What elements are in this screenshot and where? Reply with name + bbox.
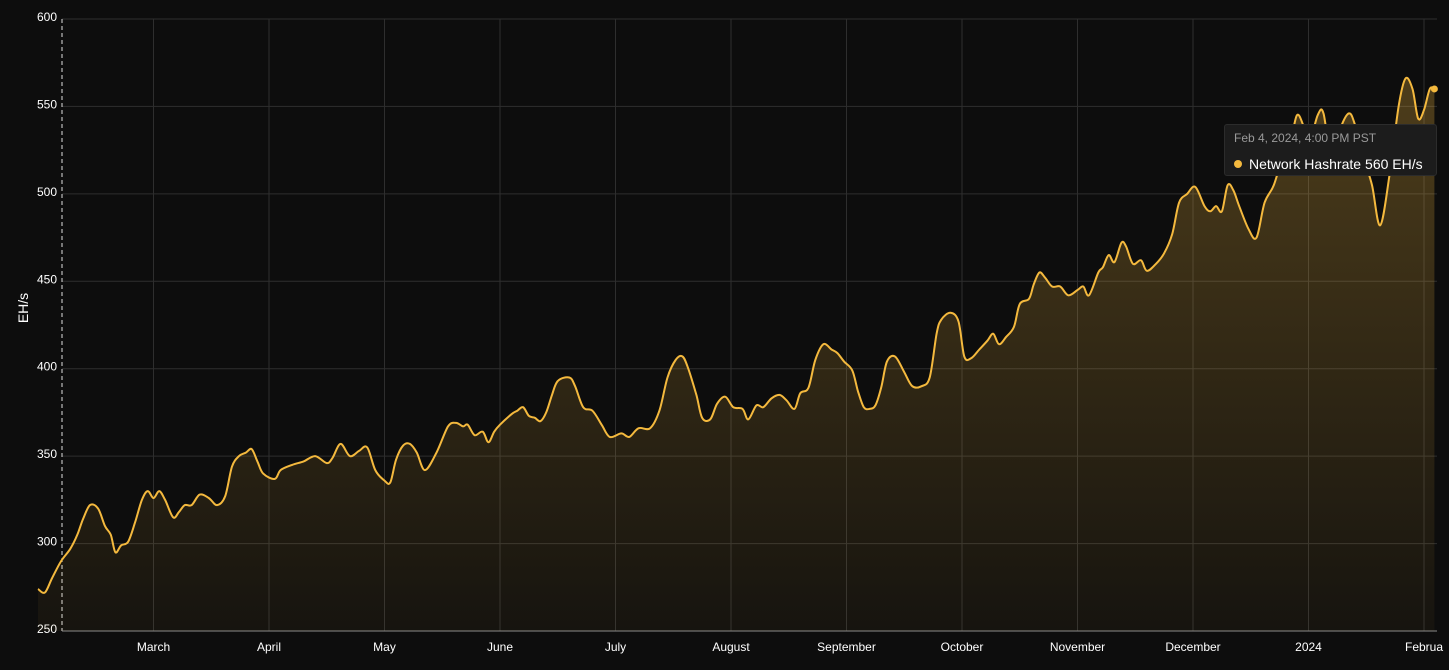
series-dot-icon [1234,160,1242,168]
x-tick-label: April [257,640,281,654]
tooltip-date: Feb 4, 2024, 4:00 PM PST [1234,131,1377,145]
x-tick-label: Februa [1405,640,1443,654]
data-tooltip: Feb 4, 2024, 4:00 PM PST Network Hashrat… [1224,124,1437,176]
y-tick-label: 300 [37,535,57,549]
hover-point [1430,85,1438,93]
x-tick-label: June [487,640,513,654]
y-tick-label: 350 [37,447,57,461]
chart-svg: 250300350400450500550600MarchAprilMayJun… [15,10,1443,654]
tooltip-value: 560 EH/s [1365,156,1423,172]
x-tick-label: July [605,640,626,654]
x-tick-label: March [137,640,170,654]
tooltip-row: Network Hashrate 560 EH/s [1234,156,1423,172]
y-tick-label: 600 [37,10,57,24]
y-tick-label: 400 [37,360,57,374]
hashrate-chart[interactable]: 250300350400450500550600MarchAprilMayJun… [0,0,1449,665]
y-tick-label: 500 [37,185,57,199]
x-tick-label: September [817,640,876,654]
x-tick-label: May [373,640,396,654]
x-tick-label: November [1050,640,1105,654]
y-tick-label: 450 [37,272,57,286]
y-tick-label: 550 [37,97,57,111]
x-tick-label: October [941,640,984,654]
x-tick-label: 2024 [1295,640,1322,654]
y-axis-title: EH/s [15,293,31,323]
x-tick-label: December [1165,640,1220,654]
x-tick-label: August [712,640,750,654]
tooltip-series-name: Network Hashrate [1249,156,1362,172]
